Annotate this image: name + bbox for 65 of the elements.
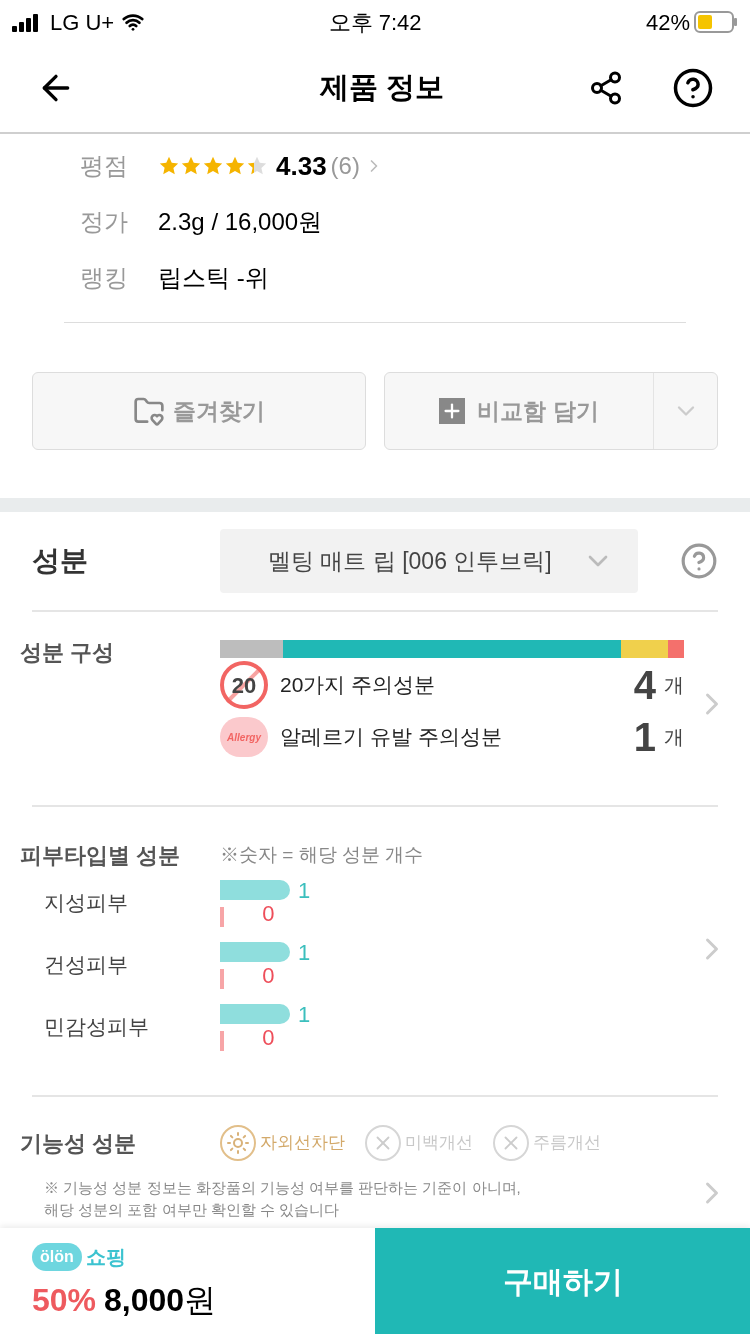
good-bar <box>220 941 290 962</box>
battery-icon <box>694 11 738 33</box>
skin-type-label: 건성피부 <box>43 952 129 979</box>
product-select[interactable]: 멜팅 매트 립 [006 인투브릭] <box>220 529 638 593</box>
bad-bar <box>220 1030 224 1051</box>
logo-badge: ölön <box>32 1243 82 1271</box>
share-button[interactable] <box>588 70 624 106</box>
good-count: 1 <box>298 876 311 905</box>
plus-icon <box>439 398 466 424</box>
info-value: 립스틱 -위 <box>158 263 269 293</box>
x-icon <box>493 1125 529 1161</box>
skin-type-label: 지성피부 <box>43 890 129 917</box>
warning-count: 4 <box>633 662 656 709</box>
skin-type-label: 민감성피부 <box>43 1014 150 1041</box>
good-bar <box>220 879 290 900</box>
review-count: (6) <box>330 151 360 181</box>
discount-text: 50% <box>32 1281 97 1320</box>
buy-button[interactable]: 구매하기 <box>375 1228 750 1334</box>
shop-label: 쇼핑 <box>85 1245 126 1270</box>
bad-bar <box>220 968 224 989</box>
functional-label: 자외선차단 <box>260 1132 345 1155</box>
bad-count: 0 <box>262 1023 275 1052</box>
subsection-title: 기능성 성분 <box>20 1129 138 1158</box>
compare-button[interactable]: 비교함 담기 <box>385 373 653 449</box>
warning-label: 알레르기 유발 주의성분 <box>280 724 502 751</box>
subsection-title: 성분 구성 <box>20 639 116 667</box>
note-text: ※ 기능성 성분 정보는 화장품의 기능성 여부를 판단하는 기준이 아니며, <box>44 1178 522 1198</box>
bad-count: 0 <box>262 899 275 928</box>
star-icon <box>202 155 224 177</box>
favorite-button[interactable]: 즐겨찾기 <box>32 372 366 450</box>
help-icon <box>680 542 718 580</box>
bad-count: 0 <box>262 961 275 990</box>
rating-score: 4.33 <box>276 149 327 183</box>
star-icon <box>246 155 268 177</box>
carrier-text: LG U+ <box>50 8 115 37</box>
page-title: 제품 정보 <box>318 70 446 106</box>
no-twenty-badge: 20 <box>220 661 268 709</box>
price-text: 8,000원 <box>104 1281 217 1320</box>
battery-text: 42% <box>645 8 690 37</box>
note-text: ※숫자 = 해당 성분 개수 <box>220 843 424 868</box>
unit-text: 개 <box>664 725 684 750</box>
note-text: 해당 성분의 포함 여부만 확인할 수 있습니다 <box>44 1200 340 1220</box>
star-icon <box>224 155 246 177</box>
allergy-badge: Allergy <box>220 717 268 757</box>
sun-icon <box>220 1125 256 1161</box>
warning-count: 1 <box>633 714 656 761</box>
unit-text: 개 <box>664 673 684 698</box>
info-label: 랭킹 <box>80 263 129 293</box>
good-bar <box>220 1003 290 1024</box>
star-icon <box>158 155 180 177</box>
section-title: 성분 <box>32 544 89 578</box>
folder-heart-icon <box>133 395 165 427</box>
warning-label: 20가지 주의성분 <box>280 672 436 699</box>
bad-bar <box>220 906 224 927</box>
help-button[interactable] <box>672 67 714 109</box>
good-count: 1 <box>298 1000 311 1029</box>
star-icon <box>180 155 202 177</box>
subsection-title: 피부타입별 성분 <box>20 842 182 870</box>
info-value: 2.3g / 16,000원 <box>158 207 323 237</box>
good-count: 1 <box>298 938 311 967</box>
info-label: 정가 <box>80 207 129 237</box>
clock-text: 오후 7:42 <box>327 8 423 37</box>
x-icon <box>365 1125 401 1161</box>
wifi-icon <box>122 11 145 33</box>
info-label: 평점 <box>80 151 129 181</box>
